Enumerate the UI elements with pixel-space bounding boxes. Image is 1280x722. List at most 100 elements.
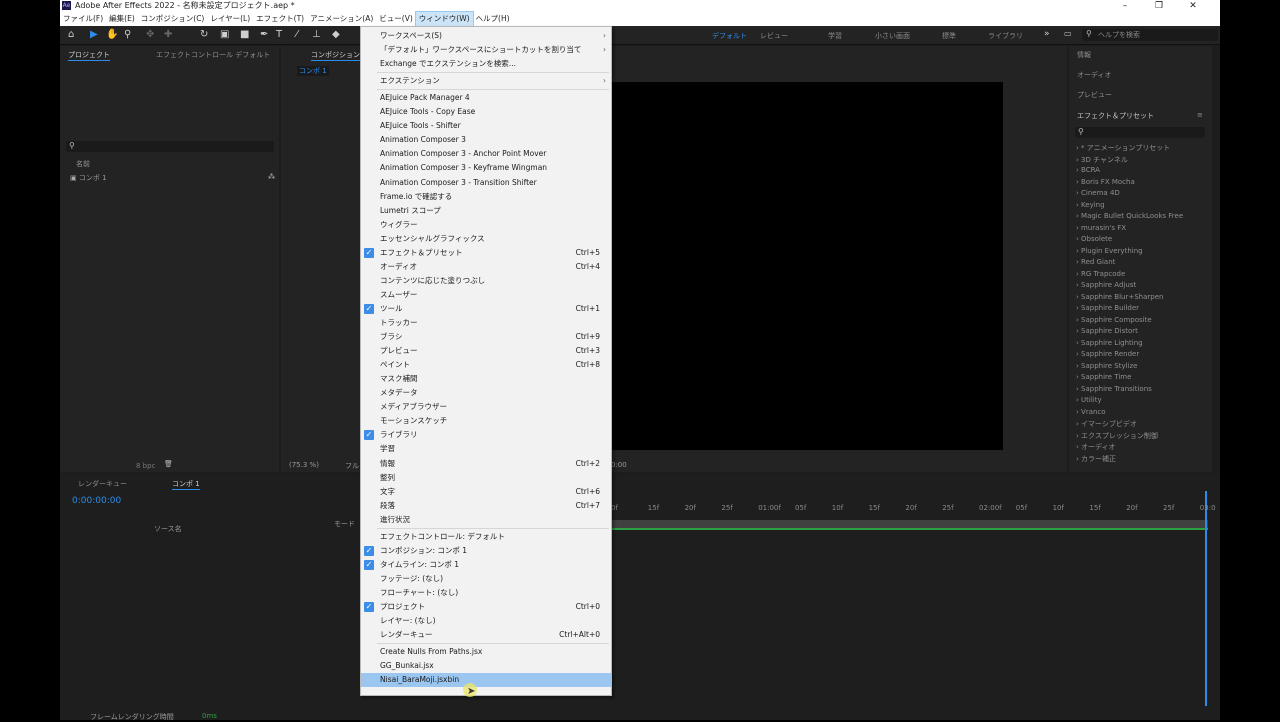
window-menu-item[interactable]: モーションスケッチ <box>361 414 611 428</box>
effects-category[interactable]: › Sapphire Transitions <box>1076 385 1152 393</box>
effects-category[interactable]: › BCRA <box>1076 166 1100 174</box>
effects-category[interactable]: › Sapphire Distort <box>1076 327 1138 335</box>
orbit-tool-icon[interactable]: ✥ <box>146 29 154 40</box>
window-menu-item[interactable]: GG_Bunkai.jsx <box>361 659 611 673</box>
workspace-tab-5[interactable]: ライブラリ <box>988 31 1023 41</box>
window-menu-item[interactable]: レイヤー: (なし) <box>361 614 611 628</box>
menu-6[interactable]: ビュー(V) <box>376 12 415 26</box>
resolution-select[interactable]: フル <box>345 461 359 471</box>
effects-search-input[interactable]: ⚲ <box>1075 127 1205 138</box>
close-button[interactable]: ✕ <box>1176 0 1210 12</box>
menu-3[interactable]: レイヤー(L) <box>207 12 253 26</box>
tab-project[interactable]: プロジェクト <box>68 50 110 61</box>
window-menu-item[interactable]: AEJuice Tools - Shifter <box>361 119 611 133</box>
info-panel-header[interactable]: 情報 <box>1077 50 1091 60</box>
effects-presets-header[interactable]: エフェクト＆プリセット <box>1077 111 1154 121</box>
window-menu-item[interactable]: AEJuice Tools - Copy Ease <box>361 105 611 119</box>
window-menu-item[interactable]: マスク補間 <box>361 372 611 386</box>
window-menu-item[interactable]: Animation Composer 3 - Anchor Point Move… <box>361 147 611 161</box>
effects-category[interactable]: › Sapphire Adjust <box>1076 281 1136 289</box>
window-menu-item[interactable]: Exchange でエクステンションを検索... <box>361 57 611 71</box>
window-menu-item[interactable]: 段落 Ctrl+7 <box>361 499 611 513</box>
effects-category[interactable]: › エクスプレッション制御 <box>1076 431 1158 441</box>
minimize-button[interactable]: – <box>1108 0 1142 12</box>
zoom-select[interactable]: (75.3 %) <box>289 461 319 469</box>
window-menu-item[interactable]: ワークスペース(S) › <box>361 29 611 43</box>
pen-tool-icon[interactable]: ✒ <box>260 29 268 40</box>
window-menu-item[interactable]: プレビュー Ctrl+3 <box>361 344 611 358</box>
type-tool-icon[interactable]: T <box>276 29 282 40</box>
pan-tool-icon[interactable]: ✚ <box>164 29 172 40</box>
effects-category[interactable]: › Utility <box>1076 396 1102 404</box>
brush-tool-icon[interactable]: ⁄ <box>296 29 298 40</box>
workspace-overflow-button[interactable]: » <box>1044 29 1050 39</box>
bpc-label[interactable]: 8 bpc <box>136 462 155 470</box>
help-search-input[interactable]: ⚲ ヘルプを検索 <box>1082 29 1218 41</box>
window-menu-item[interactable]: 進行状況 <box>361 513 611 527</box>
menu-8[interactable]: ヘルプ(H) <box>473 12 513 26</box>
comp-timecode[interactable]: 0:00 <box>611 461 627 469</box>
audio-panel-header[interactable]: オーディオ <box>1077 70 1112 80</box>
rectangle-tool-icon[interactable]: ■ <box>240 29 249 40</box>
effects-category[interactable]: › Cinema 4D <box>1076 189 1120 197</box>
effects-category[interactable]: › Plugin Everything <box>1076 247 1143 255</box>
window-menu-item[interactable]: レンダーキュー Ctrl+Alt+0 <box>361 628 611 642</box>
effects-category[interactable]: › Red Giant <box>1076 258 1115 266</box>
zoom-tool-icon[interactable]: ⚲ <box>124 29 131 40</box>
window-menu-item[interactable]: ウィグラー <box>361 218 611 232</box>
camera-tool-icon[interactable]: ▣ <box>220 29 229 40</box>
window-menu-item[interactable]: ✓ エフェクト＆プリセット Ctrl+5 <box>361 246 611 260</box>
window-menu-item[interactable]: Animation Composer 3 - Transition Shifte… <box>361 176 611 190</box>
window-menu-item[interactable]: トラッカー <box>361 316 611 330</box>
window-menu-item[interactable]: メディアブラウザー <box>361 400 611 414</box>
tab-composition[interactable]: コンポジション <box>311 50 360 61</box>
window-menu-item[interactable]: Frame.io で確認する <box>361 190 611 204</box>
home-icon[interactable]: ⌂ <box>68 29 74 40</box>
work-area-bar[interactable] <box>610 520 1208 528</box>
workspace-tab-2[interactable]: 学習 <box>828 31 842 41</box>
window-menu-item[interactable]: ペイント Ctrl+8 <box>361 358 611 372</box>
effects-category[interactable]: › Sapphire Builder <box>1076 304 1139 312</box>
tab-effect-controls[interactable]: エフェクトコントロール デフォルト <box>156 50 270 60</box>
project-item[interactable]: ▣ コンポ 1 <box>70 173 107 183</box>
window-menu-item[interactable]: Nisai_BaraMoji.jsxbin <box>361 673 611 688</box>
window-menu-item[interactable]: ✓ ライブラリ <box>361 428 611 442</box>
project-search-input[interactable]: ⚲ <box>66 141 274 152</box>
window-menu-item[interactable]: メタデータ <box>361 386 611 400</box>
window-menu-item[interactable]: 「デフォルト」ワークスペースにショートカットを割り当て › <box>361 43 611 57</box>
workspace-tab-0[interactable]: デフォルト <box>712 31 747 41</box>
window-menu-item[interactable]: ✓ プロジェクト Ctrl+0 <box>361 600 611 614</box>
window-menu-item[interactable]: Lumetri スコープ <box>361 204 611 218</box>
effects-category[interactable]: › Obsolete <box>1076 235 1112 243</box>
window-menu-item[interactable]: 整列 <box>361 471 611 485</box>
window-menu-item[interactable]: ✓ コンポジション: コンポ 1 <box>361 544 611 558</box>
workspace-tab-3[interactable]: 小さい画面 <box>875 31 910 41</box>
effects-category[interactable]: › カラー補正 <box>1076 454 1116 464</box>
effects-category[interactable]: › Sapphire Blur+Sharpen <box>1076 293 1163 301</box>
menu-0[interactable]: ファイル(F) <box>60 12 106 26</box>
window-menu-item[interactable]: コンテンツに応じた塗りつぶし <box>361 274 611 288</box>
clone-stamp-tool-icon[interactable]: ⊥ <box>312 29 321 40</box>
maximize-button[interactable]: ❐ <box>1142 0 1176 12</box>
window-menu-item[interactable]: エクステンション › <box>361 74 611 88</box>
effects-category[interactable]: › Vranco <box>1076 408 1106 416</box>
window-menu-item[interactable]: ✓ ツール Ctrl+1 <box>361 302 611 316</box>
current-timecode[interactable]: 0:00:00:00 <box>72 496 121 506</box>
eraser-tool-icon[interactable]: ◆ <box>332 29 340 40</box>
window-menu-item[interactable]: Animation Composer 3 <box>361 133 611 147</box>
playhead[interactable] <box>1205 491 1207 706</box>
window-menu-item[interactable]: ブラシ Ctrl+9 <box>361 330 611 344</box>
window-menu-item[interactable]: 文字 Ctrl+6 <box>361 485 611 499</box>
effects-category[interactable]: › イマーシブビデオ <box>1076 419 1137 429</box>
column-name-header[interactable]: 名前 <box>76 159 90 169</box>
effects-category[interactable]: › オーディオ <box>1076 442 1116 452</box>
workspace-tab-1[interactable]: レビュー <box>760 31 788 41</box>
rotate-tool-icon[interactable]: ↻ <box>200 29 208 40</box>
comp-sub-tab[interactable]: コンポ 1 <box>297 66 329 76</box>
menu-2[interactable]: コンポジション(C) <box>138 12 208 26</box>
window-menu-item[interactable]: 情報 Ctrl+2 <box>361 457 611 471</box>
window-menu-item[interactable]: スムーザー <box>361 288 611 302</box>
effects-category[interactable]: › Sapphire Lighting <box>1076 339 1143 347</box>
window-menu-item[interactable]: AEJuice Pack Manager 4 <box>361 91 611 105</box>
preview-panel-header[interactable]: プレビュー <box>1077 90 1112 100</box>
